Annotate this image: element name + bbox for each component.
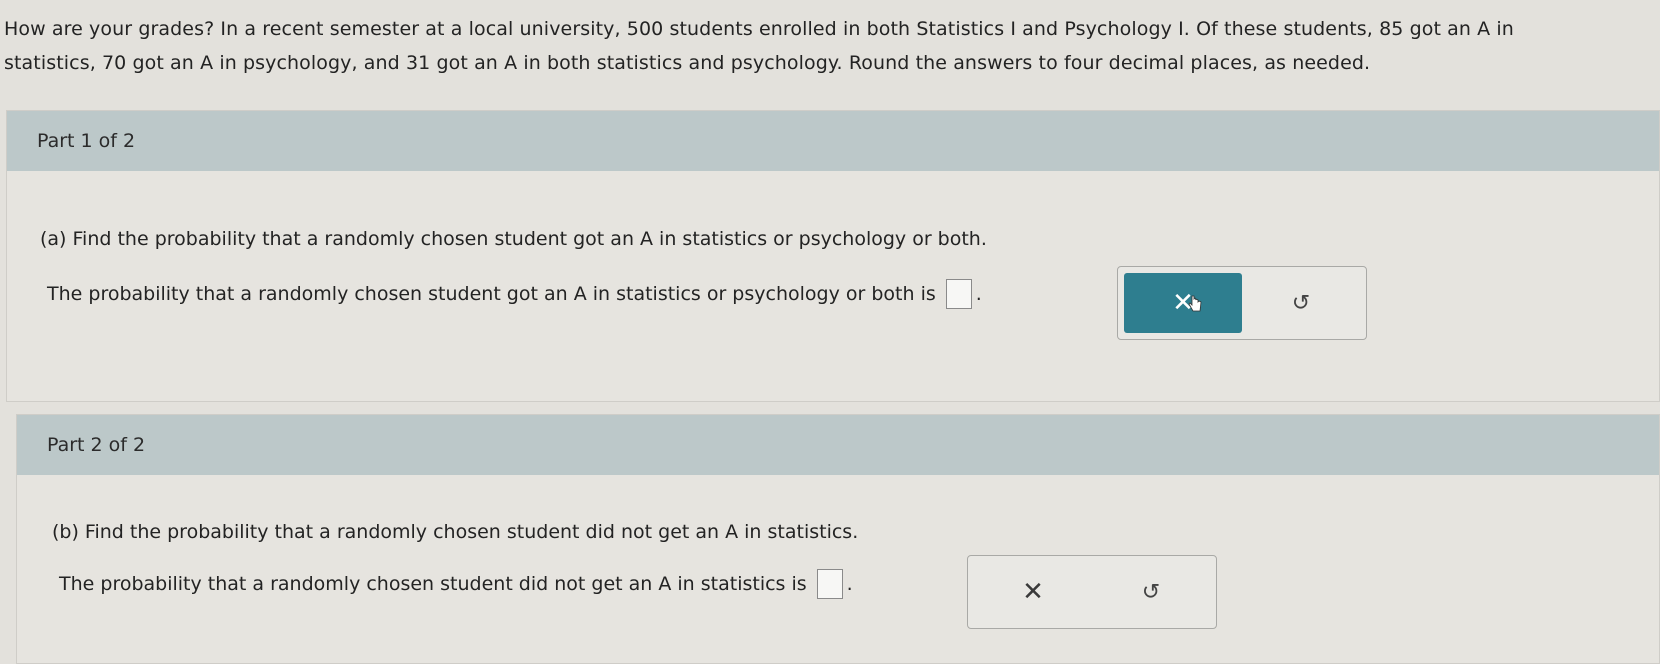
- part-2-answer-input[interactable]: [816, 569, 843, 599]
- part-1-button-group: ✕ ↺: [1117, 266, 1367, 340]
- problem-line-2: statistics, 70 got an A in psychology, a…: [4, 52, 1371, 74]
- part-1-header: Part 1 of 2: [7, 111, 1659, 171]
- part-1-answer-line: The probability that a randomly chosen s…: [47, 279, 982, 309]
- part-1-answer-text: The probability that a randomly chosen s…: [47, 283, 936, 305]
- part-2-header: Part 2 of 2: [17, 415, 1659, 475]
- redo-icon: ↺: [1141, 579, 1161, 605]
- part-2-answer-period: .: [846, 573, 853, 595]
- problem-line-1: How are your grades? In a recent semeste…: [4, 18, 1514, 40]
- hand-cursor-icon: [1188, 295, 1202, 312]
- part-2-question: (b) Find the probability that a randomly…: [52, 521, 859, 543]
- part-2-answer-line: The probability that a randomly chosen s…: [59, 569, 853, 599]
- part-1-question: (a) Find the probability that a randomly…: [40, 228, 987, 250]
- part-2-answer-text: The probability that a randomly chosen s…: [59, 573, 807, 595]
- close-icon: ✕: [1022, 577, 1044, 607]
- part-2-panel: Part 2 of 2 (b) Find the probability tha…: [16, 414, 1660, 664]
- problem-statement: How are your grades? In a recent semeste…: [4, 12, 1644, 80]
- part-1-answer-period: .: [975, 283, 982, 305]
- part-2-redo-button[interactable]: ↺: [1092, 562, 1210, 622]
- part-2-clear-button[interactable]: ✕: [974, 562, 1092, 622]
- part-1-redo-button[interactable]: ↺: [1242, 273, 1360, 333]
- redo-icon: ↺: [1291, 290, 1311, 316]
- part-1-panel: Part 1 of 2 (a) Find the probability tha…: [6, 110, 1660, 402]
- part-1-clear-button[interactable]: ✕: [1124, 273, 1242, 333]
- part-2-button-group: ✕ ↺: [967, 555, 1217, 629]
- part-1-answer-input[interactable]: [945, 279, 972, 309]
